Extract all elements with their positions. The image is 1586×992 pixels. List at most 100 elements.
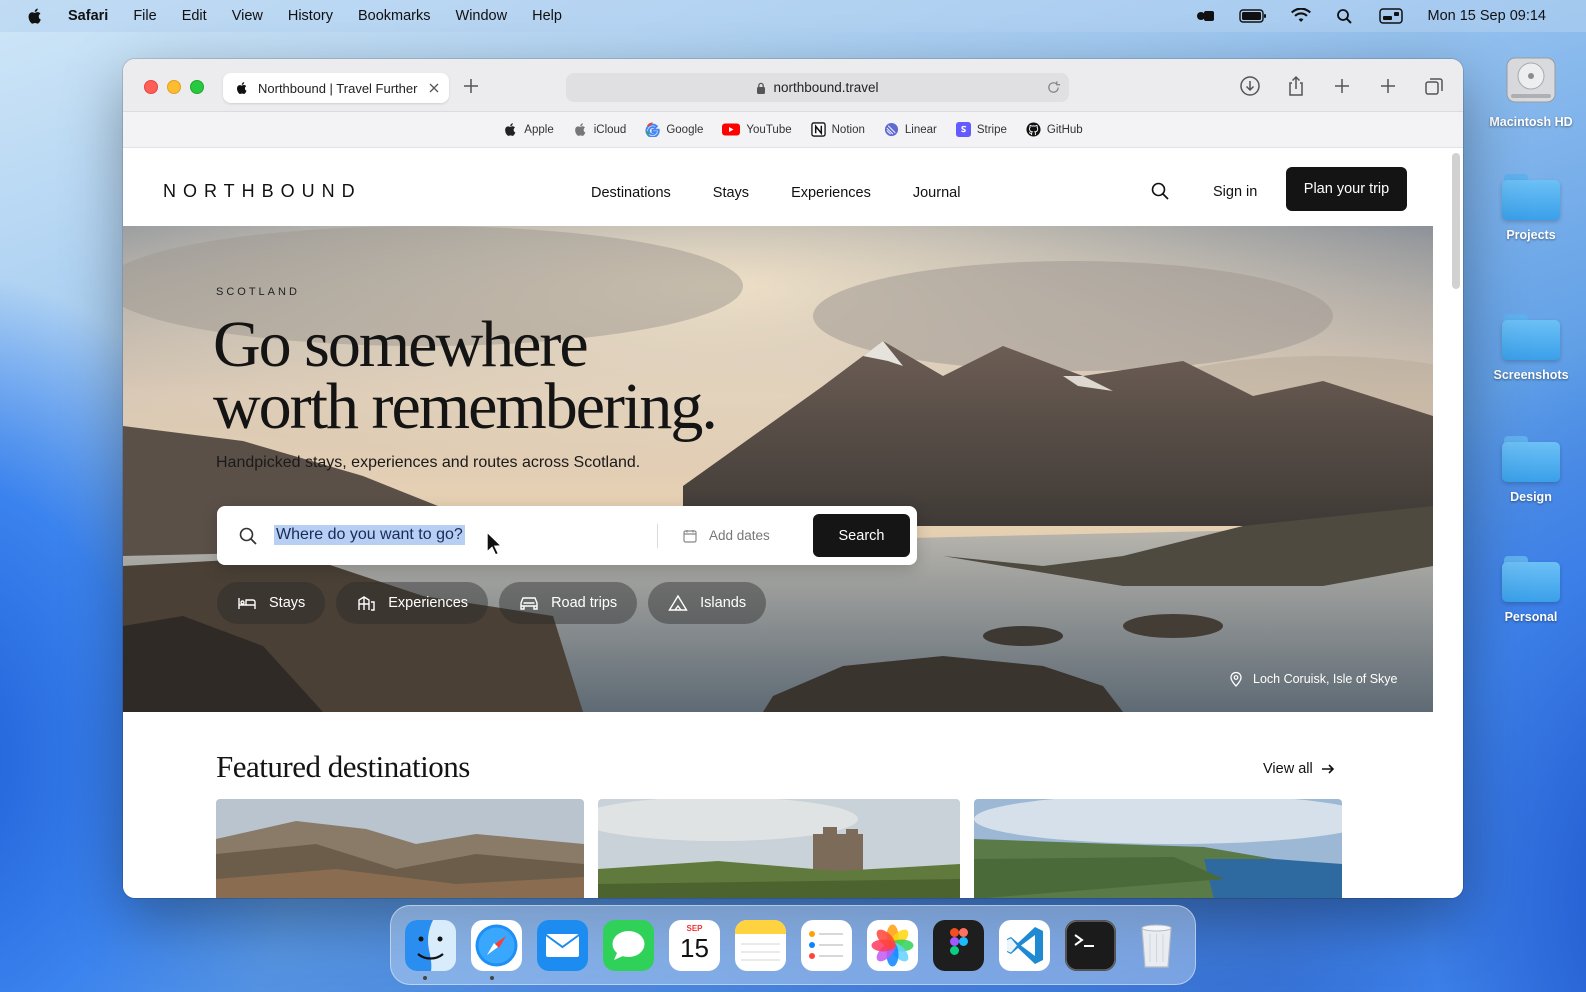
messages-icon: [603, 919, 654, 971]
site-header: NORTHBOUND Destinations Stays Experience…: [123, 149, 1448, 226]
menu-edit[interactable]: Edit: [182, 8, 207, 24]
chip-label: Experiences: [388, 595, 469, 611]
add-bookmark-plus-icon[interactable]: [1331, 75, 1353, 97]
plan-your-trip-button[interactable]: Plan your trip: [1286, 167, 1407, 211]
downloads-icon[interactable]: [1239, 75, 1261, 97]
dock-terminal[interactable]: [1065, 919, 1116, 971]
menu-bookmarks[interactable]: Bookmarks: [358, 8, 431, 24]
chip-stays[interactable]: Stays: [217, 582, 326, 624]
bookmark-apple[interactable]: Apple: [503, 122, 554, 137]
tab-overview-icon[interactable]: [1423, 75, 1445, 97]
nav-journal[interactable]: Journal: [913, 185, 961, 201]
menu-history[interactable]: History: [288, 8, 333, 24]
calendar-month: SEP: [686, 923, 703, 933]
nav-experiences[interactable]: Experiences: [791, 185, 871, 201]
chip-label: Road trips: [551, 595, 618, 611]
desktop-item-label: Macintosh HD: [1489, 115, 1573, 129]
hero-headline-line-1: Go somewhere: [213, 308, 589, 381]
bookmark-stripe[interactable]: Stripe: [955, 122, 1007, 137]
dock-vscode[interactable]: [999, 919, 1050, 971]
destination-card[interactable]: [974, 799, 1342, 898]
nav-stays[interactable]: Stays: [713, 185, 749, 201]
nav-destinations[interactable]: Destinations: [591, 185, 671, 201]
bookmark-github[interactable]: GitHub: [1026, 122, 1083, 137]
dock-figma[interactable]: [933, 919, 984, 971]
chip-islands[interactable]: Islands: [648, 582, 767, 624]
desktop-item-screenshots[interactable]: Screenshots: [1476, 314, 1586, 382]
bed-icon: [238, 598, 256, 609]
view-all-link[interactable]: View all: [1263, 761, 1335, 777]
dock-finder[interactable]: [405, 919, 456, 971]
menu-app-name[interactable]: Safari: [68, 8, 108, 24]
destination-card[interactable]: [598, 799, 960, 898]
wifi-icon[interactable]: [1291, 8, 1312, 24]
new-tab-plus-icon[interactable]: [1377, 75, 1399, 97]
minimize-window-button[interactable]: [167, 80, 181, 94]
bookmark-icloud[interactable]: iCloud: [573, 122, 627, 137]
share-icon[interactable]: [1285, 75, 1307, 97]
category-chips: Stays Experiences Road trips Islands: [217, 582, 767, 624]
chip-experiences[interactable]: Experiences: [336, 582, 489, 624]
menu-window[interactable]: Window: [456, 8, 508, 24]
close-window-button[interactable]: [144, 80, 158, 94]
tab-northbound[interactable]: Northbound | Travel Further: [223, 73, 449, 103]
folder-icon: [1502, 436, 1560, 482]
site-logo[interactable]: NORTHBOUND: [163, 181, 362, 202]
dock-notes[interactable]: [735, 919, 786, 971]
dock-running-indicator: [423, 976, 427, 980]
bookmark-label: Stripe: [976, 123, 1007, 136]
destination-card[interactable]: [216, 799, 584, 898]
bookmark-google[interactable]: Google: [645, 122, 703, 137]
bookmark-notion[interactable]: Notion: [810, 122, 865, 137]
reminders-icon: [801, 919, 852, 971]
spotlight-icon[interactable]: [1335, 8, 1355, 24]
close-tab-icon[interactable]: [429, 83, 439, 93]
chip-road-trips[interactable]: Road trips: [499, 582, 638, 624]
dock-reminders[interactable]: [801, 919, 852, 971]
desktop-item-personal[interactable]: Personal: [1476, 556, 1586, 624]
address-bar[interactable]: northbound.travel: [566, 73, 1069, 102]
featured-title: Featured destinations: [216, 749, 470, 784]
desktop-item-design[interactable]: Design: [1476, 436, 1586, 504]
display-icon[interactable]: [1379, 8, 1404, 24]
photos-icon: [867, 919, 918, 971]
dock-safari[interactable]: [471, 919, 522, 971]
battery-icon[interactable]: [1239, 8, 1267, 24]
menu-view[interactable]: View: [232, 8, 263, 24]
new-tab-plus-icon[interactable]: [463, 78, 479, 94]
desktop-item-macintosh-hd[interactable]: Macintosh HD: [1476, 54, 1586, 129]
reload-icon[interactable]: [1046, 80, 1061, 95]
menu-bar: Safari File Edit View History Bookmarks …: [0, 0, 1586, 32]
bookmark-label: iCloud: [593, 123, 627, 136]
dock-photos[interactable]: [867, 919, 918, 971]
dock-mail[interactable]: [537, 919, 588, 971]
bookmark-youtube[interactable]: YouTube: [722, 122, 792, 137]
dock-trash[interactable]: [1131, 920, 1182, 971]
search-button[interactable]: Search: [813, 514, 910, 557]
dock-messages[interactable]: [603, 919, 654, 971]
dock-calendar[interactable]: SEP 15: [669, 919, 720, 971]
add-dates-field[interactable]: Add dates: [709, 528, 770, 543]
sign-in-link[interactable]: Sign in: [1213, 184, 1257, 200]
site-nav: Destinations Stays Experiences Journal: [591, 185, 960, 201]
search-icon[interactable]: [1151, 182, 1169, 200]
menu-clock[interactable]: Mon 15 Sep 09:14: [1427, 8, 1546, 24]
bookmark-label: YouTube: [746, 123, 792, 136]
control-center-icon[interactable]: [1195, 8, 1215, 24]
photo-caption: Loch Coruisk, Isle of Skye: [1229, 671, 1398, 687]
bookmark-label: Linear: [904, 123, 937, 136]
desktop-item-projects[interactable]: Projects: [1476, 174, 1586, 242]
window-controls: [144, 80, 204, 94]
menu-help[interactable]: Help: [532, 8, 562, 24]
page-scrollbar[interactable]: [1452, 153, 1460, 289]
github-icon: [1026, 122, 1041, 137]
menu-file[interactable]: File: [133, 8, 156, 24]
destination-image: [974, 799, 1342, 898]
hero-headline-line-2: worth remembering.: [213, 370, 718, 443]
bookmark-linear[interactable]: Linear: [884, 122, 937, 137]
calendar-day: 15: [680, 932, 709, 963]
figma-icon: [933, 919, 984, 971]
destination-search-input[interactable]: Where do you want to go?: [274, 525, 465, 545]
zoom-window-button[interactable]: [190, 80, 204, 94]
apple-logo-icon[interactable]: [26, 7, 44, 25]
